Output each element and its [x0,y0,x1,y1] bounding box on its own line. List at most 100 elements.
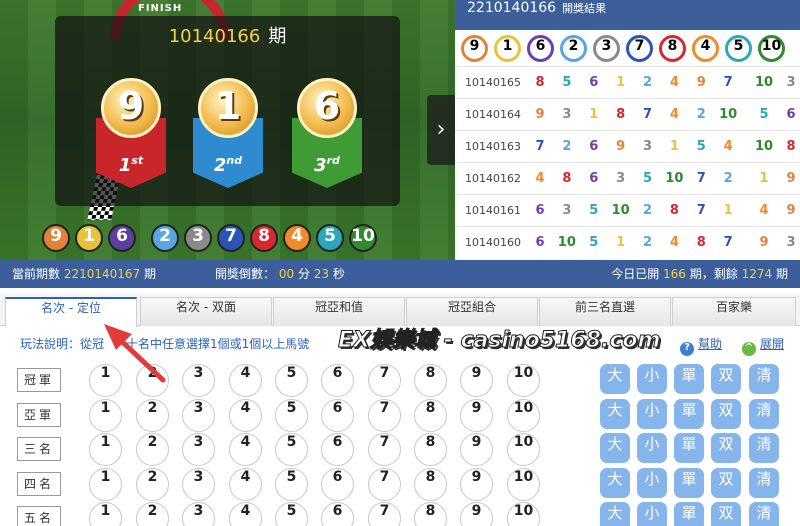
number-ball-button[interactable]: 4 [229,398,262,432]
number-ball-button[interactable]: 8 [414,364,447,397]
number-ball-button[interactable]: 8 [414,433,447,466]
results-number: 10 [746,66,782,99]
question-icon: ? [680,342,694,356]
number-ball-button[interactable]: 7 [368,502,401,526]
results-header-ball: 9 [461,35,488,62]
results-number: 3 [781,66,800,99]
next-arrow-button[interactable]: › [427,95,455,165]
quick-select-button[interactable]: 大 [600,502,630,526]
tab-rank-position[interactable]: 名次 - 定位 [5,297,137,327]
quick-select-button[interactable]: 双 [711,398,741,429]
results-number: 3 [602,162,639,195]
number-ball-button[interactable]: 3 [182,502,215,526]
number-ball-button[interactable]: 1 [89,364,122,397]
tab-rank-both-sides[interactable]: 名次 - 双面 [140,297,272,326]
number-ball-button[interactable]: 5 [275,364,308,397]
number-ball-button[interactable]: 2 [136,364,169,397]
quick-select-button[interactable]: 大 [600,467,630,498]
number-ball-button[interactable]: 4 [229,467,262,501]
race-result-ball: 8 [250,224,278,252]
results-number: 7 [692,194,711,227]
number-ball-button[interactable]: 7 [368,467,401,501]
number-ball-button[interactable]: 6 [321,467,354,501]
number-ball-button[interactable]: 1 [89,502,122,526]
tab-baccarat[interactable]: 百家樂 [672,297,796,326]
number-ball-button[interactable]: 2 [136,398,169,432]
quick-select-button[interactable]: 單 [674,398,704,429]
number-ball-button[interactable]: 8 [414,398,447,432]
number-ball-button[interactable]: 2 [136,502,169,526]
number-ball-button[interactable]: 7 [368,398,401,432]
number-ball-button[interactable]: 7 [368,433,401,466]
quick-select-button[interactable]: 單 [674,433,704,463]
help-link[interactable]: ? 幫助 [680,335,722,356]
number-ball-button[interactable]: 8 [414,467,447,501]
number-ball-button[interactable]: 9 [460,398,493,432]
quick-select-button[interactable]: 單 [674,364,704,394]
results-number: 6 [584,66,603,99]
results-number: 6 [531,226,549,259]
number-ball-button[interactable]: 6 [321,502,354,526]
number-ball-button[interactable]: 5 [275,398,308,432]
quick-select-button[interactable]: 小 [637,502,667,526]
number-ball-button[interactable]: 4 [229,433,262,466]
number-ball-button[interactable]: 5 [275,467,308,501]
results-number: 2 [548,130,585,163]
number-ball-button[interactable]: 10 [507,364,540,397]
number-ball-button[interactable]: 5 [275,433,308,466]
quick-select-button[interactable]: 双 [711,467,741,498]
number-ball-button[interactable]: 9 [460,502,493,526]
quick-select-button[interactable]: 双 [711,502,741,526]
results-title: 2210140166 [467,0,557,16]
number-ball-button[interactable]: 3 [182,364,215,397]
number-ball-button[interactable]: 3 [182,433,215,466]
number-ball-button[interactable]: 10 [507,398,540,432]
quick-select-button[interactable]: 小 [637,433,667,463]
race-period: 10140166 期 [55,22,400,48]
number-ball-button[interactable]: 9 [460,467,493,501]
number-ball-button[interactable]: 5 [275,502,308,526]
quick-select-button[interactable]: 双 [711,433,741,463]
podium-place: 1st [118,154,144,176]
number-ball-button[interactable]: 6 [321,364,354,397]
number-ball-button[interactable]: 3 [182,467,215,501]
number-ball-button[interactable]: 3 [182,398,215,432]
bet-row-label: 三名 [17,437,61,461]
quick-select-button[interactable]: 清 [749,467,779,498]
number-ball-button[interactable]: 10 [507,433,540,466]
expand-link[interactable]: ^ 展開 [742,335,784,356]
results-number: 2 [638,194,657,227]
number-ball-button[interactable]: 10 [507,502,540,526]
current-period: 當前期數 2210140167 期 [12,267,157,281]
number-ball-button[interactable]: 9 [460,433,493,466]
number-ball-button[interactable]: 6 [321,398,354,432]
number-ball-button[interactable]: 1 [89,398,122,432]
number-ball-button[interactable]: 2 [136,433,169,466]
number-ball-button[interactable]: 6 [321,433,354,466]
number-ball-button[interactable]: 10 [507,467,540,501]
quick-select-button[interactable]: 小 [637,398,667,429]
quick-select-button[interactable]: 清 [749,398,779,429]
number-ball-button[interactable]: 9 [460,364,493,397]
quick-select-button[interactable]: 清 [749,433,779,463]
number-ball-button[interactable]: 8 [414,502,447,526]
quick-select-button[interactable]: 清 [749,502,779,526]
quick-select-button[interactable]: 大 [600,398,630,429]
quick-select-button[interactable]: 小 [637,467,667,498]
number-ball-button[interactable]: 4 [229,364,262,397]
quick-select-button[interactable]: 清 [749,364,779,394]
bet-row: 四名 1 2 3 4 5 6 7 8 9 10 大小單双清 [17,467,797,502]
chevron-up-icon: ^ [742,342,756,356]
quick-select-button[interactable]: 大 [600,433,630,463]
podium-third: 6 3rd [284,78,370,190]
quick-select-button[interactable]: 單 [674,502,704,526]
number-ball-button[interactable]: 1 [89,433,122,466]
quick-select-button[interactable]: 小 [637,364,667,394]
quick-select-button[interactable]: 大 [600,364,630,394]
number-ball-button[interactable]: 7 [368,364,401,397]
quick-select-button[interactable]: 双 [711,364,741,394]
number-ball-button[interactable]: 2 [136,467,169,501]
number-ball-button[interactable]: 4 [229,502,262,526]
quick-select-button[interactable]: 單 [674,467,704,498]
number-ball-button[interactable]: 1 [89,467,122,501]
